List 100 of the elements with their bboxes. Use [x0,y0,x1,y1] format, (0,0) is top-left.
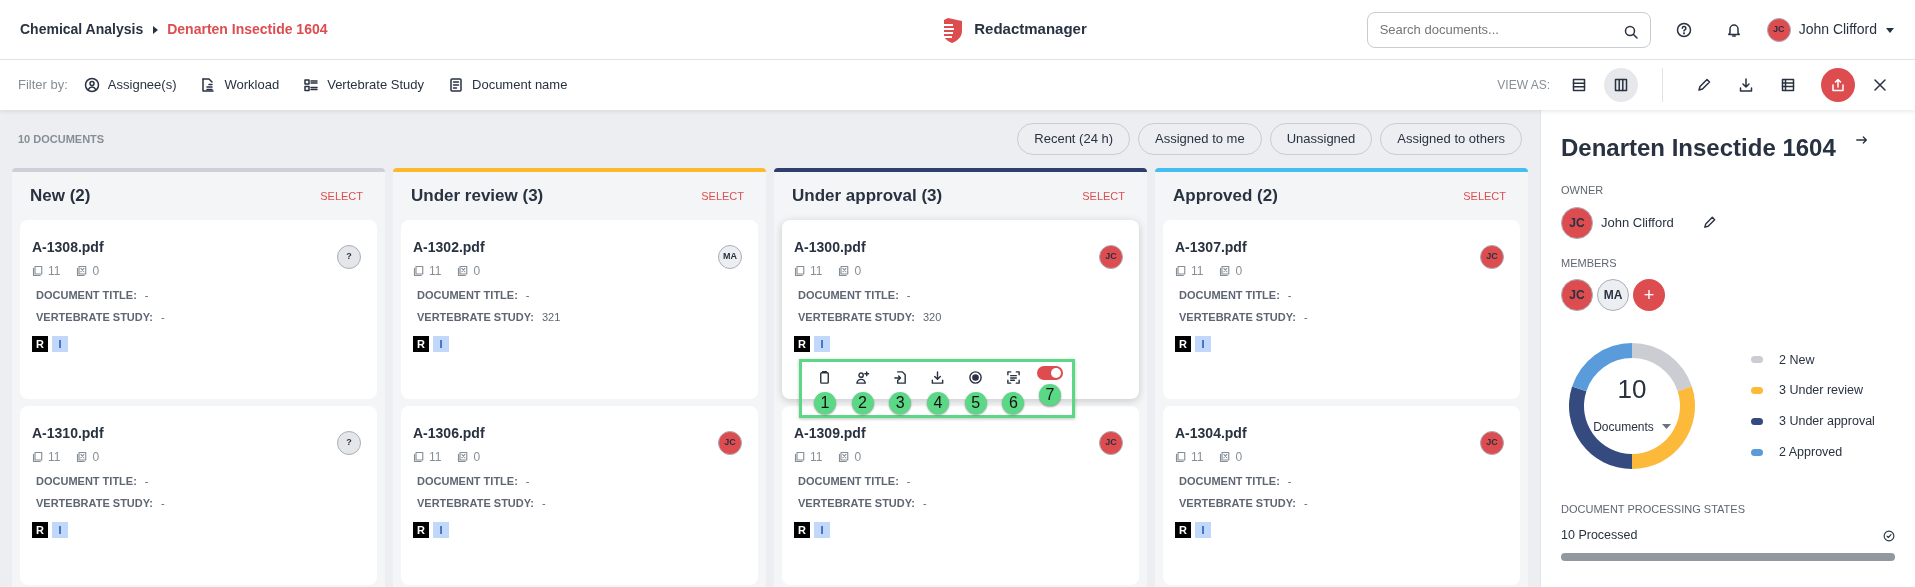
file-name[interactable]: A-1309.pdf [794,425,866,441]
page-count: 11 [48,263,61,280]
field-value: - [144,474,149,488]
pages-icon [1175,265,1187,277]
add-user-icon [855,369,871,385]
member-avatar: MA [1597,279,1629,311]
field-value: 321 [541,310,561,324]
view-toggle[interactable] [1604,68,1638,102]
pages-icon [794,265,806,277]
document-card[interactable]: A-1304.pdf 11 0 JC DOCUMENT TITLE: - VERTEBRATE STUDY: - R I [1163,406,1520,585]
field-value: - [1287,474,1292,488]
pages-icon [794,451,806,463]
share-button[interactable] [1821,68,1855,102]
field-label: VERTEBRATE STUDY: [417,496,534,510]
breadcrumb-link[interactable]: Denarten Insectide 1604 [167,19,328,40]
quick-filter[interactable]: Recent (24 h) [1017,123,1131,155]
assignee-avatar[interactable]: ? [337,245,361,269]
field-value: - [525,288,530,302]
member-avatar: JC [1561,279,1593,311]
document-card[interactable]: A-1302.pdf 11 0 MA DOCUMENT TITLE: - VERTEBRATE STUDY: 321 R I [401,220,758,399]
pencil-icon [1702,215,1718,230]
field-label: DOCUMENT TITLE: [798,474,899,488]
column-title: Under review (3) [411,185,544,208]
excluded-count: 0 [92,449,100,466]
tag: R [413,336,429,352]
section-label: MEMBERS [1561,255,1618,271]
excluded-count: 0 [854,449,862,466]
assignee-avatar[interactable]: MA [718,245,742,269]
owner-avatar: JC [1561,206,1593,239]
select-link[interactable]: SELECT [1463,187,1506,205]
file-name[interactable]: A-1302.pdf [413,239,485,255]
download-icon [1738,77,1754,93]
legend-label: 2 New [1779,351,1815,369]
file-import-icon [892,369,908,385]
page-count: 11 [48,449,61,466]
document-card[interactable]: A-1308.pdf 11 0 ? DOCUMENT TITLE: - VERTEBRATE STUDY: - R I [20,220,377,399]
field-value: - [906,474,911,488]
user-circle-icon [83,77,100,93]
panel-title: Denarten Insectide 1604 [1561,133,1836,163]
quick-filter[interactable]: Assigned to me [1138,123,1262,155]
legend-label: 3 Under review [1779,382,1864,400]
assignee-avatar[interactable]: ? [337,431,361,455]
field-value: - [1287,288,1292,302]
breadcrumb-link[interactable]: Chemical Analysis [20,19,144,40]
field-label: DOCUMENT TITLE: [1179,474,1280,488]
field-label: DOCUMENT TITLE: [36,288,137,302]
quick-filter[interactable]: Assigned to others [1380,123,1522,155]
document-icon [448,77,464,93]
total-count: 10 [1617,376,1647,402]
page-count: 11 [810,263,823,280]
page-count: 11 [429,263,442,280]
select-link[interactable]: SELECT [701,187,744,205]
processed-count: 10 Processed [1561,526,1638,544]
section-label: DOCUMENT PROCESSING STATES [1561,502,1746,517]
user-name[interactable]: John Clifford [1798,19,1877,40]
upload-icon [1830,77,1846,93]
excluded-pages-icon [838,265,851,277]
toggle-switch[interactable] [1037,366,1064,380]
file-name[interactable]: A-1300.pdf [794,239,866,255]
document-card[interactable]: A-1306.pdf 11 0 JC DOCUMENT TITLE: - VERTEBRATE STUDY: - R I [401,406,758,585]
select-link[interactable]: SELECT [320,187,363,205]
quick-filter[interactable]: Unassigned [1269,123,1373,155]
field-value: - [525,474,530,488]
excluded-pages-icon [1219,265,1232,277]
search-field[interactable]: Search documents... [1366,11,1651,48]
file-name[interactable]: A-1304.pdf [1175,425,1247,441]
caret-down-icon[interactable] [1885,25,1895,34]
filter-button[interactable]: Assignee(s) [75,71,185,99]
column-title: New (2) [30,185,91,208]
file-name[interactable]: A-1307.pdf [1175,239,1247,255]
tag: I [1195,336,1211,352]
page-count: 11 [810,449,823,466]
file-name[interactable]: A-1310.pdf [32,425,104,441]
excluded-count: 0 [92,263,100,280]
page-count: 11 [429,449,442,466]
field-value: - [144,288,149,302]
filter-button[interactable]: Vertebrate Study [295,71,432,99]
add-member-button[interactable]: + [1633,279,1665,311]
document-card[interactable]: A-1310.pdf 11 0 ? DOCUMENT TITLE: - VERTEBRATE STUDY: - R I [20,406,377,585]
page-count: 11 [1191,263,1204,280]
view-as-label: VIEW AS: [1497,77,1550,94]
field-label: VERTEBRATE STUDY: [36,310,153,324]
field-label: VERTEBRATE STUDY: [417,310,534,324]
document-card[interactable]: A-1307.pdf 11 0 JC DOCUMENT TITLE: - VERTEBRATE STUDY: - R I [1163,220,1520,399]
field-label: VERTEBRATE STUDY: [1179,310,1296,324]
chart-unit: Documents [1593,419,1654,436]
excluded-pages-icon [457,451,470,463]
field-label: VERTEBRATE STUDY: [1179,496,1296,510]
file-name[interactable]: A-1306.pdf [413,425,485,441]
file-name[interactable]: A-1308.pdf [32,239,104,255]
tag: R [1175,336,1191,352]
field-value: - [1303,310,1308,324]
pages-icon [32,265,44,277]
filter-button[interactable]: Workload [192,71,288,99]
number-marker: 7 [1039,384,1062,406]
help-icon [1675,21,1692,38]
search-icon [1622,24,1639,41]
select-link[interactable]: SELECT [1082,187,1125,205]
pages-icon [1175,451,1187,463]
filter-button[interactable]: Document name [440,71,576,99]
